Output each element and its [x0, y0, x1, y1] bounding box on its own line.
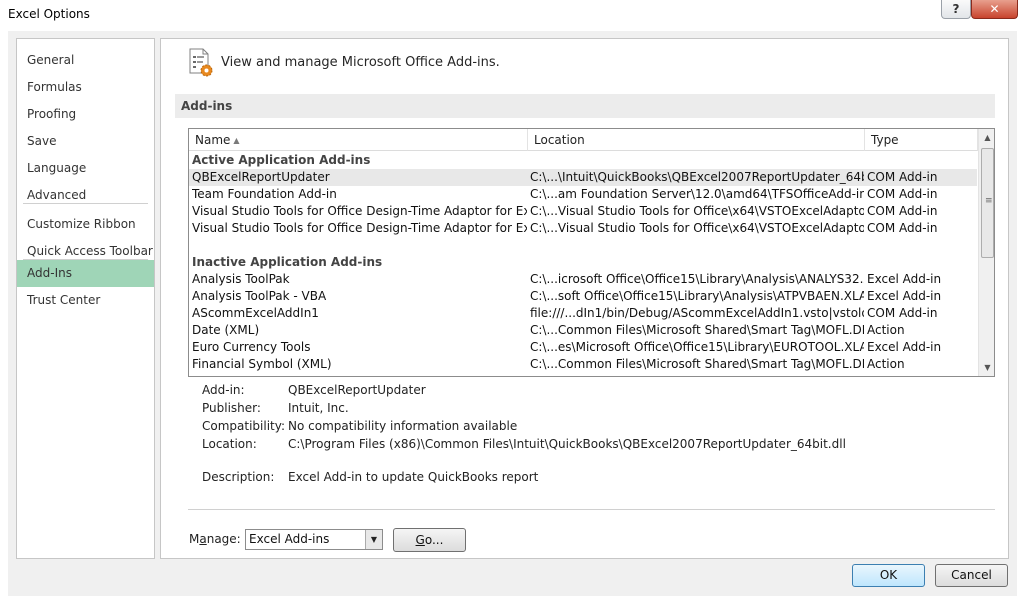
- cell-name: Visual Studio Tools for Office Design-Ti…: [192, 204, 527, 218]
- table-row[interactable]: Euro Currency Tools C:\...es\Microsoft O…: [189, 339, 977, 356]
- detail-addin-label: Add-in:: [202, 383, 245, 397]
- dialog-body: General Formulas Proofing Save Language …: [8, 31, 1017, 596]
- detail-compatibility-label: Compatibility:: [202, 419, 286, 433]
- column-header-type[interactable]: Type: [865, 129, 978, 151]
- manage-label: Manage:: [189, 532, 241, 546]
- section-divider: [188, 509, 995, 510]
- addins-list[interactable]: Name ▲ Location Type Active Application A…: [188, 128, 995, 377]
- detail-description-value: Excel Add-in to update QuickBooks report: [288, 470, 539, 484]
- group-header-inactive: Inactive Application Add-ins: [192, 255, 383, 269]
- group-header-active: Active Application Add-ins: [192, 153, 371, 167]
- label-text: nage:: [206, 532, 241, 546]
- label-text: M: [189, 532, 200, 546]
- manage-select[interactable]: Excel Add-ins ▼: [245, 529, 383, 550]
- addins-panel: View and manage Microsoft Office Add-ins…: [160, 38, 1009, 559]
- nav-item-trust-center[interactable]: Trust Center: [17, 287, 154, 314]
- scroll-down-icon[interactable]: ▼: [979, 359, 994, 376]
- table-row[interactable]: Visual Studio Tools for Office Design-Ti…: [189, 203, 977, 220]
- cell-name: Euro Currency Tools: [192, 340, 311, 354]
- column-header-location[interactable]: Location: [528, 129, 865, 151]
- column-header-label: Name: [195, 133, 231, 147]
- nav-item-proofing[interactable]: Proofing: [17, 101, 154, 128]
- cell-location: C:\...soft Office\Office15\Library\Analy…: [530, 289, 864, 303]
- detail-addin-value: QBExcelReportUpdater: [288, 383, 426, 397]
- access-key: G: [415, 533, 425, 547]
- cell-type: COM Add-in: [867, 306, 938, 320]
- cell-location: C:\...es\Microsoft Office\Office15\Libra…: [530, 340, 864, 354]
- nav-item-advanced[interactable]: Advanced: [17, 182, 154, 209]
- cell-name: Team Foundation Add-in: [192, 187, 337, 201]
- cell-name: Financial Symbol (XML): [192, 357, 332, 371]
- cell-type: Excel Add-in: [867, 340, 942, 354]
- nav-item-formulas[interactable]: Formulas: [17, 74, 154, 101]
- scroll-thumb[interactable]: ≡: [981, 148, 994, 258]
- cell-type: Excel Add-in: [867, 289, 942, 303]
- cell-location: C:\...Visual Studio Tools for Office\x64…: [530, 204, 864, 218]
- cell-type: Action: [867, 357, 905, 371]
- nav-divider: [23, 203, 148, 204]
- detail-compatibility-value: No compatibility information available: [288, 419, 518, 433]
- cancel-button[interactable]: Cancel: [935, 564, 1008, 587]
- section-header-addins: Add-ins: [175, 94, 995, 118]
- cell-location: C:\...Common Files\Microsoft Shared\Smar…: [530, 357, 864, 371]
- cell-name: QBExcelReportUpdater: [192, 170, 330, 184]
- table-row[interactable]: Analysis ToolPak - VBA C:\...soft Office…: [189, 288, 977, 305]
- close-button[interactable]: ✕: [971, 0, 1018, 19]
- label-text: o...: [424, 533, 444, 547]
- cell-type: Excel Add-in: [867, 272, 942, 286]
- cell-name: Date (XML): [192, 323, 260, 337]
- grip-icon: ≡: [985, 196, 993, 206]
- detail-location-value: C:\Program Files (x86)\Common Files\Intu…: [288, 437, 846, 451]
- options-nav: General Formulas Proofing Save Language …: [16, 38, 155, 559]
- nav-item-add-ins[interactable]: Add-Ins: [17, 260, 154, 287]
- go-button[interactable]: Go...: [393, 528, 466, 552]
- cell-location: C:\...\Intuit\QuickBooks\QBExcel2007Repo…: [530, 170, 864, 184]
- cell-location: C:\...Visual Studio Tools for Office\x64…: [530, 221, 864, 235]
- column-header-label: Type: [871, 133, 899, 147]
- column-header-label: Location: [534, 133, 585, 147]
- detail-publisher-label: Publisher:: [202, 401, 261, 415]
- nav-item-general[interactable]: General: [17, 47, 154, 74]
- table-row[interactable]: Team Foundation Add-in C:\...am Foundati…: [189, 186, 977, 203]
- access-key: a: [199, 532, 207, 546]
- detail-publisher-value: Intuit, Inc.: [288, 401, 349, 415]
- cell-type: COM Add-in: [867, 204, 938, 218]
- cell-name: Analysis ToolPak: [192, 272, 290, 286]
- cell-name: AScommExcelAddIn1: [192, 306, 319, 320]
- cell-name: Visual Studio Tools for Office Design-Ti…: [192, 221, 527, 235]
- table-row[interactable]: AScommExcelAddIn1 file:///...dIn1/bin/De…: [189, 305, 977, 322]
- cell-type: COM Add-in: [867, 221, 938, 235]
- table-row[interactable]: QBExcelReportUpdater C:\...\Intuit\Quick…: [189, 169, 977, 186]
- table-row[interactable]: Analysis ToolPak C:\...icrosoft Office\O…: [189, 271, 977, 288]
- cell-location: C:\...am Foundation Server\12.0\amd64\TF…: [530, 187, 864, 201]
- addins-gear-icon: [189, 48, 213, 77]
- detail-location-label: Location:: [202, 437, 257, 451]
- detail-description-label: Description:: [202, 470, 275, 484]
- page-title: View and manage Microsoft Office Add-ins…: [221, 55, 500, 70]
- sort-ascending-icon: ▲: [233, 136, 240, 145]
- column-header-name[interactable]: Name ▲: [189, 129, 528, 151]
- chevron-down-icon[interactable]: ▼: [365, 530, 382, 549]
- nav-item-language[interactable]: Language: [17, 155, 154, 182]
- table-row[interactable]: Visual Studio Tools for Office Design-Ti…: [189, 220, 977, 237]
- nav-item-customize-ribbon[interactable]: Customize Ribbon: [17, 211, 154, 238]
- nav-item-save[interactable]: Save: [17, 128, 154, 155]
- help-button[interactable]: ?: [941, 0, 971, 19]
- cell-location: file:///...dIn1/bin/Debug/AScommExcelAdd…: [530, 306, 864, 320]
- ok-button[interactable]: OK: [852, 564, 925, 587]
- table-row[interactable]: Date (XML) C:\...Common Files\Microsoft …: [189, 322, 977, 339]
- cell-type: Action: [867, 323, 905, 337]
- cell-type: COM Add-in: [867, 187, 938, 201]
- vertical-scrollbar[interactable]: ▲ ≡ ▼: [978, 129, 994, 376]
- scroll-up-icon[interactable]: ▲: [979, 129, 994, 146]
- cell-type: COM Add-in: [867, 170, 938, 184]
- cell-name: Analysis ToolPak - VBA: [192, 289, 327, 303]
- cell-location: C:\...Common Files\Microsoft Shared\Smar…: [530, 323, 864, 337]
- table-row[interactable]: Financial Symbol (XML) C:\...Common File…: [189, 356, 977, 373]
- title-bar: Excel Options ? ✕: [0, 0, 1024, 30]
- window-title: Excel Options: [8, 7, 90, 21]
- cell-location: C:\...icrosoft Office\Office15\Library\A…: [530, 272, 864, 286]
- manage-select-value: Excel Add-ins: [249, 532, 330, 546]
